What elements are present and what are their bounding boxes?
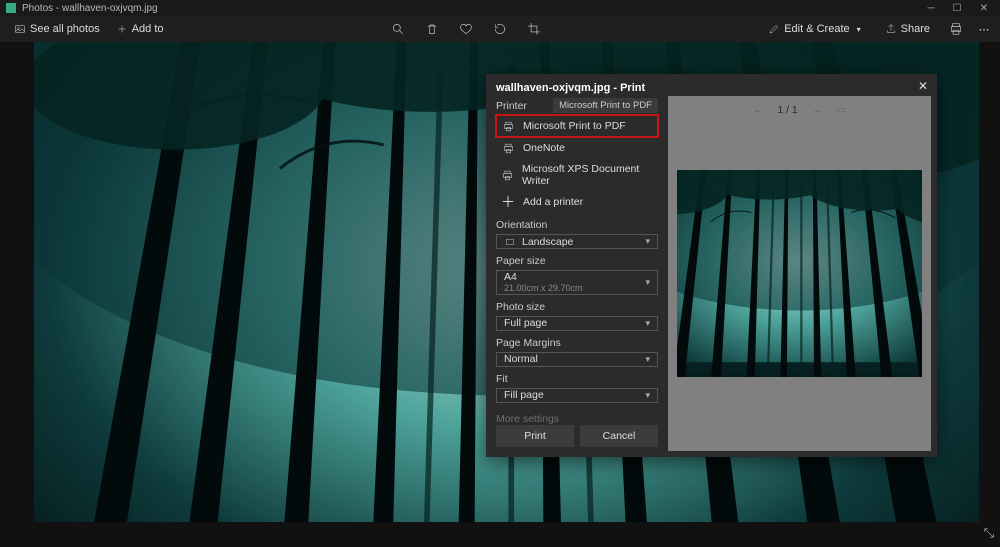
preview-image	[677, 170, 922, 377]
fit-label: Fit	[496, 373, 658, 385]
plus-icon: ＋	[501, 195, 515, 209]
window-controls: ─ ☐ ✕	[928, 3, 988, 14]
rotate-button[interactable]	[492, 21, 508, 37]
see-all-photos-button[interactable]: See all photos	[8, 19, 106, 39]
close-button[interactable]: ✕	[980, 3, 988, 14]
orientation-label: Orientation	[496, 219, 658, 231]
share-button[interactable]: Share	[879, 19, 936, 39]
paper-size-label: Paper size	[496, 255, 658, 267]
window-title: Photos - wallhaven-oxjvqm.jpg	[22, 3, 928, 14]
toolbar: See all photos Add to Edit & Create ▾ Sh…	[0, 16, 1000, 42]
more-button[interactable]: ⋯	[976, 21, 992, 37]
photo-size-select[interactable]: Full page ▾	[496, 316, 658, 331]
print-options-panel: wallhaven-oxjvqm.jpg - Print Printer Mic…	[486, 74, 668, 457]
plus-icon	[116, 23, 128, 35]
minimize-button[interactable]: ─	[928, 3, 935, 14]
edit-create-button[interactable]: Edit & Create ▾	[762, 19, 866, 39]
crop-button[interactable]	[526, 21, 542, 37]
dialog-close-button[interactable]: ✕	[913, 76, 933, 96]
printer-option-onenote[interactable]: OneNote	[496, 137, 658, 159]
printer-icon	[501, 141, 515, 155]
chevron-down-icon: ▾	[645, 236, 650, 247]
margins-select[interactable]: Normal ▾	[496, 352, 658, 367]
margins-label: Page Margins	[496, 337, 658, 349]
chevron-down-icon: ▾	[645, 318, 650, 329]
add-printer-button[interactable]: ＋ Add a printer	[496, 191, 658, 213]
add-to-button[interactable]: Add to	[110, 19, 170, 39]
landscape-icon	[504, 237, 516, 247]
orientation-select[interactable]: Landscape ▾	[496, 234, 658, 249]
page-indicator: 1 / 1	[777, 104, 797, 116]
prev-page-button[interactable]: ←	[753, 104, 764, 116]
chevron-down-icon: ▾	[645, 390, 650, 401]
zoom-button[interactable]	[390, 21, 406, 37]
print-dialog: ✕ wallhaven-oxjvqm.jpg - Print Printer M…	[486, 74, 937, 457]
page-navigator: ← 1 / 1 → ▭	[668, 104, 931, 116]
print-button[interactable]	[948, 21, 964, 37]
share-icon	[885, 23, 897, 35]
paper-size-select[interactable]: A4 21.00cm x 29.70cm ▾	[496, 270, 658, 294]
chevron-down-icon: ▾	[857, 25, 861, 34]
cancel-button[interactable]: Cancel	[580, 425, 658, 447]
maximize-button[interactable]: ☐	[953, 3, 962, 14]
fit-select[interactable]: Fill page ▾	[496, 388, 658, 403]
resize-handle[interactable]: ⤡	[984, 525, 994, 541]
fit-page-button[interactable]: ▭	[836, 104, 846, 116]
photo-icon	[14, 23, 26, 35]
more-settings-link[interactable]: More settings	[496, 413, 658, 425]
pencil-icon	[768, 23, 780, 35]
chevron-down-icon: ▾	[645, 354, 650, 365]
dialog-title: wallhaven-oxjvqm.jpg - Print	[496, 82, 658, 94]
app-icon	[6, 3, 16, 13]
print-confirm-button[interactable]: Print	[496, 425, 574, 447]
print-preview-page	[677, 170, 922, 377]
delete-button[interactable]	[424, 21, 440, 37]
titlebar: Photos - wallhaven-oxjvqm.jpg ─ ☐ ✕	[0, 0, 1000, 16]
printer-icon	[501, 168, 514, 182]
printer-option-xps[interactable]: Microsoft XPS Document Writer	[496, 159, 658, 191]
printer-label: Printer	[496, 100, 527, 112]
printer-icon	[501, 119, 515, 133]
photo-size-label: Photo size	[496, 301, 658, 313]
favorite-button[interactable]	[458, 21, 474, 37]
chevron-down-icon: ▾	[645, 277, 650, 288]
next-page-button[interactable]: →	[812, 104, 823, 116]
selected-printer-badge: Microsoft Print to PDF	[553, 98, 658, 113]
printer-option-pdf[interactable]: Microsoft Print to PDF	[496, 115, 658, 137]
print-preview-panel: ← 1 / 1 → ▭	[668, 96, 931, 451]
